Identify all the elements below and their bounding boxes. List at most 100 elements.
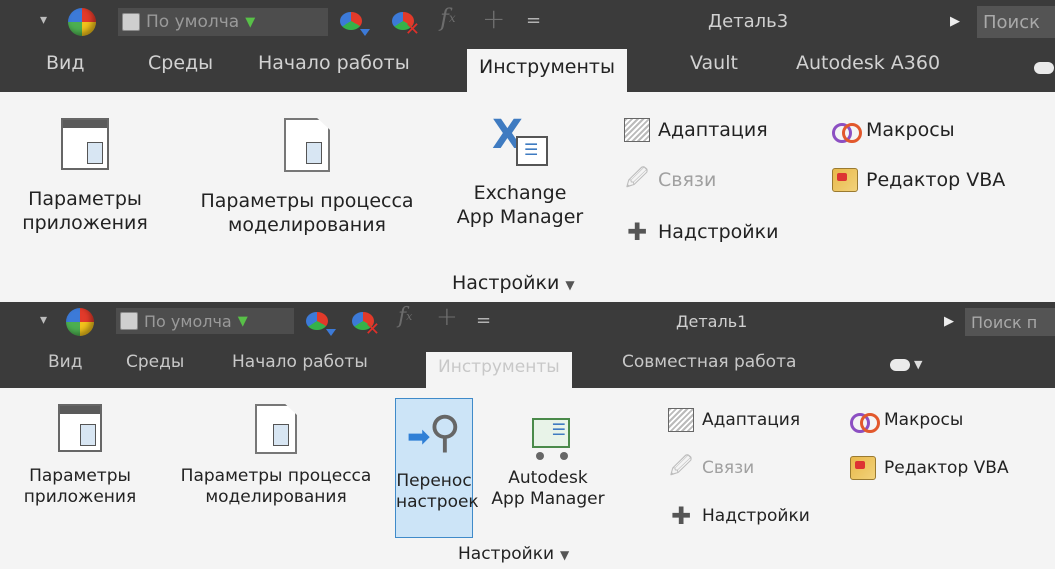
customize-label: Адаптация (702, 410, 801, 430)
add-ins-button[interactable]: ✚ Надстройки (668, 504, 810, 528)
style-combobox[interactable]: По умолча ▼ (118, 8, 328, 36)
tab-tools[interactable]: Инструменты (426, 352, 572, 392)
doc-settings-label-2: моделирования (227, 213, 386, 236)
tab-get-started[interactable]: Начало работы (232, 352, 368, 372)
cloud-icon[interactable] (1034, 62, 1054, 74)
links-label: Связи (658, 169, 717, 191)
customize-button[interactable]: Адаптация (668, 408, 800, 432)
plus-icon[interactable]: + (436, 302, 458, 332)
plus-icon[interactable]: + (482, 2, 505, 35)
style-combobox-value: По умолча (146, 12, 240, 32)
quick-access-dropdown-icon[interactable]: ▾ (40, 312, 47, 328)
tab-view[interactable]: Вид (48, 352, 82, 372)
doc-settings-label-1: Параметры процесса (200, 190, 414, 212)
top-panel: ▾ По умолча ▼ ✕ fx + = Деталь3 ▶ Поиск В… (0, 0, 1055, 302)
search-input[interactable]: Поиск п (971, 313, 1037, 332)
tab-tools[interactable]: Инструменты (467, 49, 627, 92)
application-options-icon (61, 118, 109, 170)
migrate-settings-icon: ➡ ⚲ (407, 407, 461, 458)
quick-access-dropdown-icon[interactable]: ▾ (40, 12, 47, 28)
tab-vault[interactable]: Vault (690, 52, 738, 74)
app-options-label-2: приложения (22, 211, 148, 234)
app-options-label-1: Параметры (28, 188, 142, 210)
vba-editor-label: Редактор VBA (884, 458, 1009, 478)
doc-settings-label-2: моделирования (205, 487, 347, 508)
vba-editor-button[interactable]: Редактор VBA (832, 168, 1005, 192)
ribbon-tab-bar: Вид Среды Начало работы Инструменты Vaul… (0, 44, 1055, 92)
macros-label: Макросы (884, 410, 964, 430)
links-icon: 🖉 (669, 454, 693, 479)
macros-icon (832, 118, 862, 143)
links-button: 🖉 Связи (668, 456, 754, 480)
search-box[interactable]: Поиск п (965, 308, 1055, 336)
application-options-button[interactable]: Параметры приложения (0, 118, 170, 236)
play-arrow-icon[interactable]: ▶ (944, 314, 954, 329)
tab-view[interactable]: Вид (46, 52, 85, 74)
macros-label: Макросы (866, 119, 955, 141)
style-combobox-value: По умолча (144, 311, 232, 331)
macros-button[interactable]: Макросы (850, 408, 964, 433)
doc-settings-label-1: Параметры процесса (180, 466, 372, 486)
clear-appearance-icon[interactable]: ✕ (350, 310, 380, 340)
chevron-down-icon[interactable]: ▼ (238, 314, 248, 329)
style-combobox[interactable]: По умолча ▼ (116, 308, 294, 334)
app-options-label-1: Параметры (29, 466, 131, 486)
customize-button[interactable]: Адаптация (624, 118, 768, 142)
autodesk-app-manager-button[interactable]: Autodesk App Manager (474, 404, 622, 511)
macros-button[interactable]: Макросы (832, 118, 955, 143)
autodesk-app-label-1: Autodesk (508, 468, 588, 488)
document-settings-button[interactable]: Параметры процесса моделирования (172, 118, 442, 238)
links-button: 🖉 Связи (624, 168, 716, 192)
links-icon: 🖉 (625, 166, 649, 191)
vba-editor-button[interactable]: Редактор VBA (850, 456, 1009, 480)
adjust-appearance-icon[interactable] (304, 310, 336, 336)
application-options-icon (58, 404, 102, 452)
title-bar: ▾ По умолча ▼ ✕ fx + = Деталь3 ▶ Поиск (0, 0, 1055, 44)
add-ins-button[interactable]: ✚ Надстройки (624, 220, 779, 244)
add-ins-label: Надстройки (702, 506, 810, 526)
tab-collaborate[interactable]: Совместная работа (622, 352, 796, 372)
migrate-settings-button[interactable]: ➡ ⚲ Перенос настроек (395, 398, 479, 538)
chevron-down-icon[interactable]: ▼ (245, 15, 255, 30)
links-label: Связи (702, 458, 755, 478)
document-title: Деталь1 (676, 312, 748, 331)
appearance-globe-icon[interactable] (66, 308, 94, 336)
search-input[interactable]: Поиск (983, 12, 1040, 33)
appearance-globe-icon[interactable] (68, 8, 96, 36)
search-box[interactable]: Поиск (977, 6, 1055, 38)
cloud-icon[interactable]: ▼ (890, 358, 922, 371)
ribbon-panel: Параметры приложения Параметры процесса … (0, 388, 1055, 569)
document-settings-button[interactable]: Параметры процесса моделирования (156, 404, 396, 509)
tab-get-started[interactable]: Начало работы (258, 52, 410, 74)
options-group-label[interactable]: Настройки ▼ (458, 544, 569, 564)
app-options-label-2: приложения (23, 487, 137, 508)
chevron-down-icon: ▼ (560, 548, 570, 562)
play-arrow-icon[interactable]: ▶ (950, 14, 960, 29)
chevron-down-icon: ▼ (565, 278, 575, 292)
customize-quick-access-icon[interactable]: = (476, 310, 491, 331)
adjust-appearance-icon[interactable] (338, 10, 370, 36)
document-settings-icon (284, 118, 330, 172)
fx-parameters-icon[interactable]: fx (398, 304, 412, 329)
document-settings-icon (255, 404, 297, 454)
tab-environments[interactable]: Среды (126, 352, 184, 372)
clear-appearance-icon[interactable]: ✕ (390, 10, 420, 40)
tab-environments[interactable]: Среды (148, 52, 213, 74)
exchange-app-manager-button[interactable]: X Exchange App Manager (440, 110, 600, 230)
ribbon-tab-bar: Вид Среды Начало работы Инструменты Совм… (0, 342, 1055, 392)
application-options-button[interactable]: Параметры приложения (0, 404, 160, 509)
tab-autodesk-a360[interactable]: Autodesk A360 (796, 52, 940, 74)
migrate-label-2: настроек (396, 492, 479, 513)
customize-icon (668, 408, 694, 432)
options-group-label[interactable]: Настройки ▼ (452, 272, 575, 294)
customize-quick-access-icon[interactable]: = (526, 10, 541, 31)
style-swatch-icon (120, 312, 138, 330)
document-title: Деталь3 (708, 11, 789, 32)
migrate-label-1: Перенос (396, 471, 472, 491)
add-ins-icon: ✚ (670, 502, 692, 530)
options-group-title: Настройки (458, 544, 555, 564)
fx-parameters-icon[interactable]: fx (440, 4, 456, 32)
exchange-app-manager-icon: X (492, 110, 548, 166)
app-manager-cart-icon (520, 404, 576, 460)
ribbon-panel: Параметры приложения Параметры процесса … (0, 92, 1055, 302)
